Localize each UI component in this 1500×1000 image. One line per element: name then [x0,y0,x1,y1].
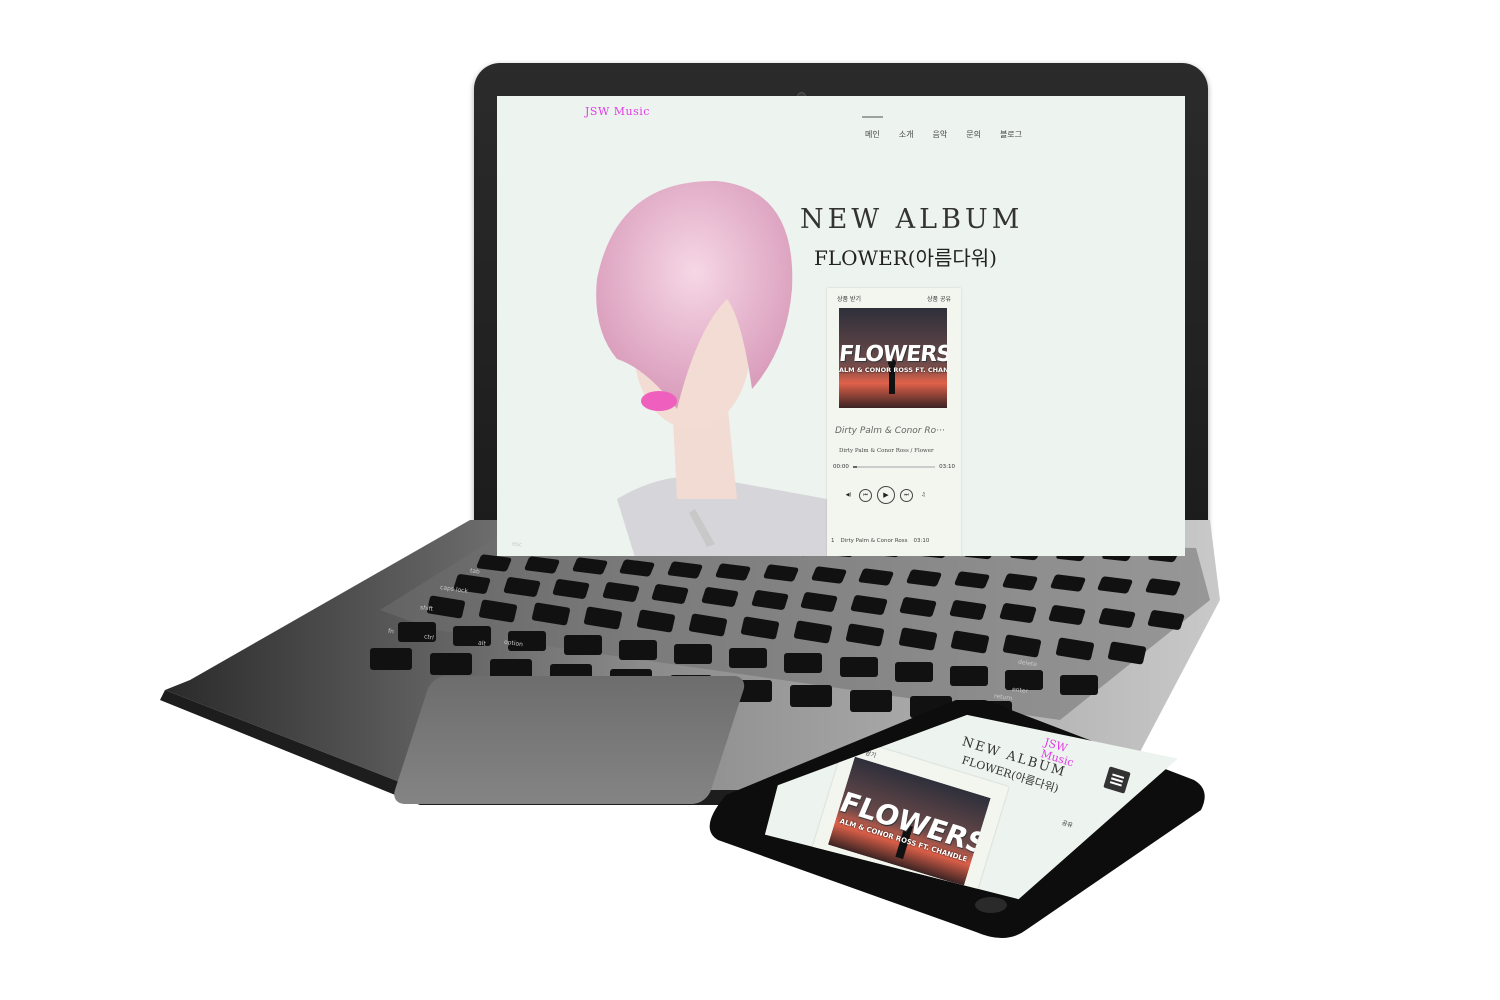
nav-item-blog[interactable]: 블로그 [1000,126,1022,140]
cover-title: FLOWERS [839,342,947,367]
laptop-screen: JSW Music 메인 소개 음악 문의 블로그 NEW ALBUM FLOW… [497,96,1185,556]
keyboard-key[interactable] [894,661,933,682]
main-nav: 메인 소개 음악 문의 블로그 [862,116,1022,140]
nav-item-main[interactable]: 메인 [862,116,883,140]
hero-portrait-image [596,180,836,556]
keyboard-key[interactable] [1060,674,1099,695]
keyboard-key[interactable] [563,635,602,656]
keyboard-key[interactable] [618,639,657,660]
download-link[interactable]: 상품 받기 [837,294,861,303]
time-total: 03:10 [939,464,955,470]
trackpad[interactable] [390,676,748,804]
cover-artists: ALM & CONOR ROSS FT. CHANDLE [839,366,947,374]
key-label: ctrl [423,633,435,642]
keyboard-key[interactable] [858,567,895,586]
nav-item-contact[interactable]: 문의 [966,126,981,140]
share-link[interactable]: 상품 공유 [927,294,951,303]
playlist-index: 1 [831,538,835,544]
playlist-title: Dirty Palm & Conor Ross [840,538,908,544]
key-label: fn [387,627,395,636]
track-title: Dirty Palm & Conor Ro··· [835,426,945,436]
track-artist: Dirty Palm & Conor Ross / Flower [839,448,934,454]
playlist-time: 03:10 [913,538,930,544]
keyboard-key[interactable] [674,644,712,664]
nav-item-about[interactable]: 소개 [899,126,914,140]
music-player: 상품 받기 상품 공유 FLOWERS ALM & CONOR ROSS FT.… [827,288,961,556]
volume-icon[interactable]: ◀) [843,490,854,501]
progress-bar[interactable] [852,466,936,468]
key-label: alt [477,639,487,648]
progress-fill [852,466,857,468]
keyboard-key[interactable] [430,653,472,676]
keyboard-key[interactable] [839,657,878,678]
keyboard-key[interactable] [950,666,988,686]
play-icon[interactable]: ▶ [877,486,895,504]
album-heading: NEW ALBUM [800,204,1024,235]
keyboard-key[interactable] [784,652,823,673]
keyboard-key[interactable] [729,648,768,669]
key-label: esc [511,540,523,549]
site-brand[interactable]: JSW Music [585,105,650,118]
hamburger-menu-icon[interactable] [1103,766,1131,794]
playlist-row[interactable]: 1 Dirty Palm & Conor Ross 03:10 [831,538,957,544]
time-current: 00:00 [833,464,849,470]
nav-item-music[interactable]: 음악 [932,126,947,140]
playlist-icon[interactable]: ♫ [918,490,929,501]
album-cover: FLOWERS ALM & CONOR ROSS FT. CHANDLE [839,308,947,408]
next-icon[interactable]: ⏭ [900,488,913,502]
prev-icon[interactable]: ⏮ [859,488,872,502]
album-subheading: FLOWER(아름다워) [814,246,997,270]
phone-share-link[interactable]: 공유 [1061,818,1074,829]
keyboard-key[interactable] [370,648,412,670]
key-label: tab [469,567,481,576]
